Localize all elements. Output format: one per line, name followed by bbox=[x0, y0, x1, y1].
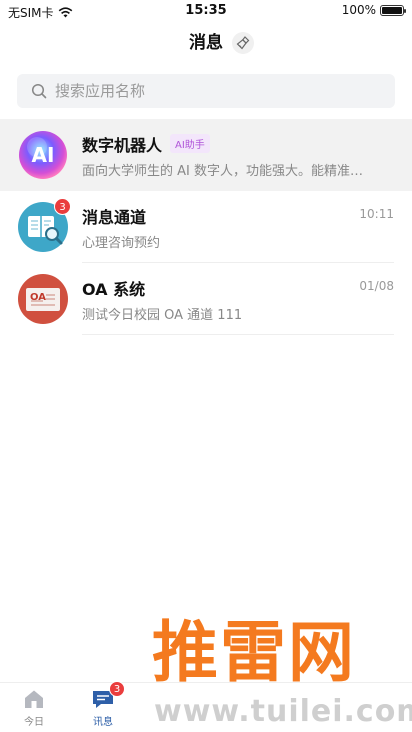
status-bar: 无SIM卡 15:35 100% bbox=[0, 0, 412, 22]
ai-avatar-logo: AI bbox=[31, 143, 55, 167]
tab-messages[interactable]: 3 讯息 bbox=[78, 681, 128, 728]
ai-avatar: AI bbox=[17, 129, 69, 181]
message-preview: 面向大学师生的 AI 数字人，功能强大。能精准… bbox=[82, 164, 363, 179]
message-bubble-icon: 3 bbox=[91, 681, 125, 711]
search-bar[interactable] bbox=[17, 74, 395, 108]
broom-icon bbox=[236, 36, 250, 50]
oa-avatar: OA bbox=[17, 273, 69, 325]
message-title: 消息通道 bbox=[82, 208, 147, 227]
page-header: 消息 bbox=[0, 28, 412, 58]
watermark-url: www.tuilei.com bbox=[154, 694, 412, 729]
ai-assistant-badge: AI助手 bbox=[170, 134, 210, 153]
list-item-oa-system[interactable]: OA OA 系统 01/08 测试今日校园 OA 通道 111 bbox=[0, 263, 412, 335]
message-time: 10:11 bbox=[359, 207, 394, 221]
watermark-overlay: 推雷网 www.tuilei.com bbox=[148, 612, 412, 732]
watermark-logo: 推雷网 bbox=[152, 614, 356, 691]
message-time: 01/08 bbox=[359, 279, 394, 293]
page-title: 消息 bbox=[189, 33, 223, 53]
message-preview: 测试今日校园 OA 通道 111 bbox=[82, 308, 243, 323]
oa-avatar-label: OA bbox=[30, 292, 46, 303]
message-title: 数字机器人 bbox=[82, 136, 163, 155]
list-item-message-channel[interactable]: 3 消息通道 10:11 心理咨询预约 bbox=[0, 191, 412, 263]
battery-percent: 100% bbox=[341, 3, 376, 17]
home-icon bbox=[22, 687, 46, 711]
tab-label: 今日 bbox=[24, 717, 44, 728]
divider bbox=[82, 334, 394, 335]
search-input[interactable] bbox=[55, 82, 355, 100]
message-title: OA 系统 bbox=[82, 280, 146, 299]
channel-avatar: 3 bbox=[17, 198, 71, 253]
tab-today[interactable]: 今日 bbox=[9, 687, 59, 728]
status-right: 100% bbox=[341, 3, 406, 17]
message-preview: 心理咨询预约 bbox=[82, 236, 161, 251]
tab-unread-badge: 3 bbox=[109, 681, 125, 697]
list-item-digital-robot[interactable]: AI 数字机器人 AI助手 面向大学师生的 AI 数字人，功能强大。能精准… bbox=[0, 119, 412, 191]
battery-icon bbox=[380, 4, 406, 16]
clear-unread-button[interactable] bbox=[232, 32, 254, 54]
search-icon bbox=[31, 83, 47, 99]
tab-label: 讯息 bbox=[93, 717, 113, 728]
unread-badge: 3 bbox=[54, 198, 71, 215]
